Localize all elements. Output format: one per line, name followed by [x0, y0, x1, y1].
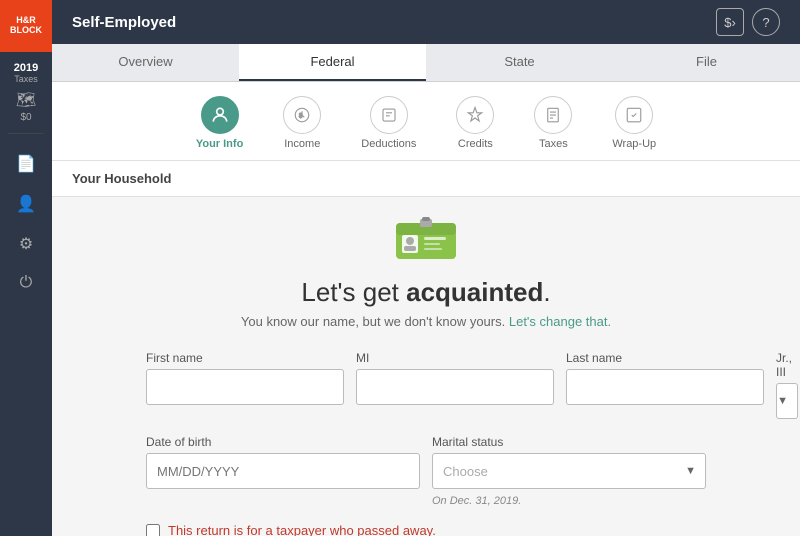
wrap-up-label: Wrap-Up: [612, 138, 656, 150]
subtext-main: You know our name, but we don't know you…: [241, 314, 505, 329]
income-icon: $: [283, 96, 321, 134]
taxes-label: Taxes: [539, 138, 568, 150]
tab-file[interactable]: File: [613, 44, 800, 81]
marital-hint: On Dec. 31, 2019.: [432, 495, 706, 507]
id-card-icon: [394, 217, 458, 265]
nav-tabs: Overview Federal State File: [52, 44, 800, 82]
suffix-select-wrapper: Choose Jr. Sr. II III IV ▼: [776, 383, 798, 419]
firstname-label: First name: [146, 351, 344, 365]
mi-input[interactable]: [356, 369, 554, 405]
name-row: First name MI Last name Jr., III Choose: [146, 351, 706, 419]
subtext-link[interactable]: Let's change that.: [509, 314, 611, 329]
tab-state[interactable]: State: [426, 44, 613, 81]
step-bar: Your Info $ Income Deductions: [52, 82, 800, 161]
tab-federal[interactable]: Federal: [239, 44, 426, 81]
your-info-icon: [201, 96, 239, 134]
credits-label: Credits: [458, 138, 493, 150]
topbar: Self-Employed $› ?: [52, 0, 800, 44]
step-taxes[interactable]: Taxes: [534, 96, 572, 150]
marital-label: Marital status: [432, 435, 706, 449]
step-your-info[interactable]: Your Info: [196, 96, 243, 150]
mi-group: MI: [356, 351, 554, 419]
sidebar-amount: $0: [20, 112, 31, 123]
firstname-input[interactable]: [146, 369, 344, 405]
marital-select[interactable]: Choose Single Married Filing Jointly Mar…: [432, 453, 706, 489]
main-content: Self-Employed $› ? Overview Federal Stat…: [52, 0, 800, 536]
headline: Let's get acquainted.: [301, 277, 550, 308]
wrap-up-icon: [615, 96, 653, 134]
sidebar-divider: [8, 133, 44, 134]
power-icon[interactable]: ⏻: [20, 274, 33, 292]
passed-away-checkbox[interactable]: [146, 524, 160, 536]
dob-input[interactable]: [146, 453, 420, 489]
dob-group: Date of birth: [146, 435, 420, 507]
subtext: You know our name, but we don't know you…: [241, 314, 611, 329]
taxes-icon: [534, 96, 572, 134]
logo-text: H&RBLOCK: [10, 16, 42, 36]
dollar-icon-button[interactable]: $›: [716, 8, 744, 36]
step-income[interactable]: $ Income: [283, 96, 321, 150]
deductions-icon: [370, 96, 408, 134]
gear-icon[interactable]: ⚙: [19, 234, 33, 254]
dob-marital-row: Date of birth Marital status Choose Sing…: [146, 435, 706, 507]
mi-label: MI: [356, 351, 554, 365]
step-deductions[interactable]: Deductions: [361, 96, 416, 150]
income-label: Income: [284, 138, 320, 150]
deductions-label: Deductions: [361, 138, 416, 150]
credits-icon: [456, 96, 494, 134]
lastname-input[interactable]: [566, 369, 764, 405]
suffix-select[interactable]: Choose Jr. Sr. II III IV: [776, 383, 798, 419]
sidebar-year: 2019: [14, 62, 38, 74]
document-icon[interactable]: 📄: [16, 154, 36, 174]
step-credits[interactable]: Credits: [456, 96, 494, 150]
lastname-group: Last name: [566, 351, 764, 419]
step-wrap-up[interactable]: Wrap-Up: [612, 96, 656, 150]
headline-post: .: [543, 277, 550, 307]
form-area: Let's get acquainted. You know our name,…: [52, 197, 800, 536]
suffix-label: Jr., III: [776, 351, 798, 379]
sidebar: H&RBLOCK 2019 Taxes 🗺 $0 📄 👤 ⚙ ⏻: [0, 0, 52, 536]
content-area: Your Household: [52, 161, 800, 536]
map-icon: 🗺: [16, 90, 36, 110]
headline-pre: Let's get: [301, 277, 406, 307]
person-icon[interactable]: 👤: [16, 194, 36, 214]
passed-away-row: This return is for a taxpayer who passed…: [146, 523, 706, 536]
marital-group: Marital status Choose Single Married Fil…: [432, 435, 706, 507]
breadcrumb: Your Household: [52, 161, 800, 197]
marital-select-wrapper: Choose Single Married Filing Jointly Mar…: [432, 453, 706, 489]
app-title: Self-Employed: [72, 14, 176, 31]
tab-overview[interactable]: Overview: [52, 44, 239, 81]
dob-label: Date of birth: [146, 435, 420, 449]
sidebar-taxes-label: Taxes: [14, 74, 38, 84]
your-info-label: Your Info: [196, 138, 243, 150]
logo: H&RBLOCK: [0, 0, 52, 52]
topbar-icons: $› ?: [716, 8, 780, 36]
suffix-group: Jr., III Choose Jr. Sr. II III IV ▼: [776, 351, 798, 419]
firstname-group: First name: [146, 351, 344, 419]
passed-away-label: This return is for a taxpayer who passed…: [168, 523, 436, 536]
help-icon-button[interactable]: ?: [752, 8, 780, 36]
headline-bold: acquainted: [406, 277, 543, 307]
lastname-label: Last name: [566, 351, 764, 365]
